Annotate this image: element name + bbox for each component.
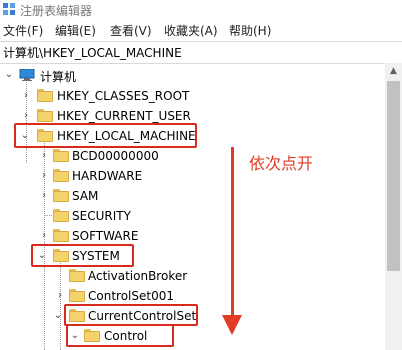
tree-item-software[interactable]: › SOFTWARE xyxy=(0,226,385,246)
folder-icon xyxy=(53,209,69,222)
chevron-right-icon[interactable]: › xyxy=(39,171,49,181)
tree-label: HKEY_CLASSES_ROOT xyxy=(57,89,190,103)
vertical-scrollbar[interactable]: ▲ xyxy=(385,63,402,350)
tree-item-bcd00000000[interactable]: › BCD00000000 xyxy=(0,146,385,166)
highlight-box xyxy=(31,244,134,267)
tree-label: SOFTWARE xyxy=(72,229,139,243)
tree-item-hardware[interactable]: › HARDWARE xyxy=(0,166,385,186)
folder-icon xyxy=(53,229,69,242)
folder-icon xyxy=(37,109,53,122)
chevron-right-icon[interactable]: › xyxy=(39,191,49,201)
chevron-right-icon[interactable]: › xyxy=(21,111,31,121)
menu-help[interactable]: 帮助(H) xyxy=(229,22,271,39)
menu-edit[interactable]: 编辑(E) xyxy=(55,22,96,39)
folder-icon xyxy=(69,269,85,282)
menu-bar: 文件(F) 编辑(E) 查看(V) 收藏夹(A) 帮助(H) xyxy=(0,20,402,41)
annotation-text: 依次点开 xyxy=(249,154,314,173)
tree-item-activationbroker[interactable]: ActivationBroker xyxy=(0,266,385,286)
menu-view[interactable]: 查看(V) xyxy=(110,22,152,39)
chevron-right-icon[interactable]: › xyxy=(39,151,49,161)
annotation-arrow xyxy=(231,147,234,317)
tree-item-hkey-classes-root[interactable]: › HKEY_CLASSES_ROOT xyxy=(0,86,385,106)
scroll-up-arrow-icon[interactable]: ▲ xyxy=(385,63,402,79)
highlight-box xyxy=(14,123,197,148)
computer-icon xyxy=(19,69,35,81)
tree-label: 计算机 xyxy=(40,70,77,84)
menu-favorites[interactable]: 收藏夹(A) xyxy=(164,22,218,39)
tree-label: ControlSet001 xyxy=(88,289,174,303)
highlight-box xyxy=(66,324,174,347)
folder-icon xyxy=(53,189,69,202)
registry-tree: ⌄ 计算机 › HKEY_CLASSES_ROOT › HKEY_CURRENT… xyxy=(0,63,402,350)
annotation-arrow-head xyxy=(222,315,242,335)
tree-label: HARDWARE xyxy=(72,169,143,183)
highlight-box xyxy=(64,304,198,326)
folder-icon xyxy=(69,289,85,302)
folder-icon xyxy=(37,89,53,102)
chevron-right-icon[interactable]: › xyxy=(55,291,65,301)
tree-label: HKEY_CURRENT_USER xyxy=(57,109,191,123)
tree-item-sam[interactable]: › SAM xyxy=(0,186,385,206)
scroll-thumb[interactable] xyxy=(387,81,400,271)
chevron-down-icon[interactable]: ⌄ xyxy=(4,70,14,80)
folder-icon xyxy=(53,169,69,182)
tree-item-control[interactable]: ⌄ Control xyxy=(0,326,385,346)
tree-label: SECURITY xyxy=(72,209,131,223)
folder-icon xyxy=(53,149,69,162)
window-title: 注册表编辑器 xyxy=(20,4,93,18)
title-bar: 注册表编辑器 xyxy=(0,0,402,20)
tree-label: SAM xyxy=(72,189,99,203)
tree-item-security[interactable]: SECURITY xyxy=(0,206,385,226)
tree-root-computer[interactable]: ⌄ 计算机 xyxy=(0,65,385,85)
chevron-right-icon[interactable]: › xyxy=(21,91,31,101)
address-bar[interactable]: 计算机\HKEY_LOCAL_MACHINE xyxy=(0,41,402,64)
menu-file[interactable]: 文件(F) xyxy=(3,22,43,39)
address-path: 计算机\HKEY_LOCAL_MACHINE xyxy=(3,46,182,60)
chevron-down-icon[interactable]: ⌄ xyxy=(53,311,63,321)
regedit-app-icon xyxy=(3,3,15,15)
tree-item-controlset001[interactable]: › ControlSet001 xyxy=(0,286,385,306)
tree-label: ActivationBroker xyxy=(88,269,188,283)
tree-label: BCD00000000 xyxy=(72,149,159,163)
chevron-right-icon[interactable]: › xyxy=(39,231,49,241)
